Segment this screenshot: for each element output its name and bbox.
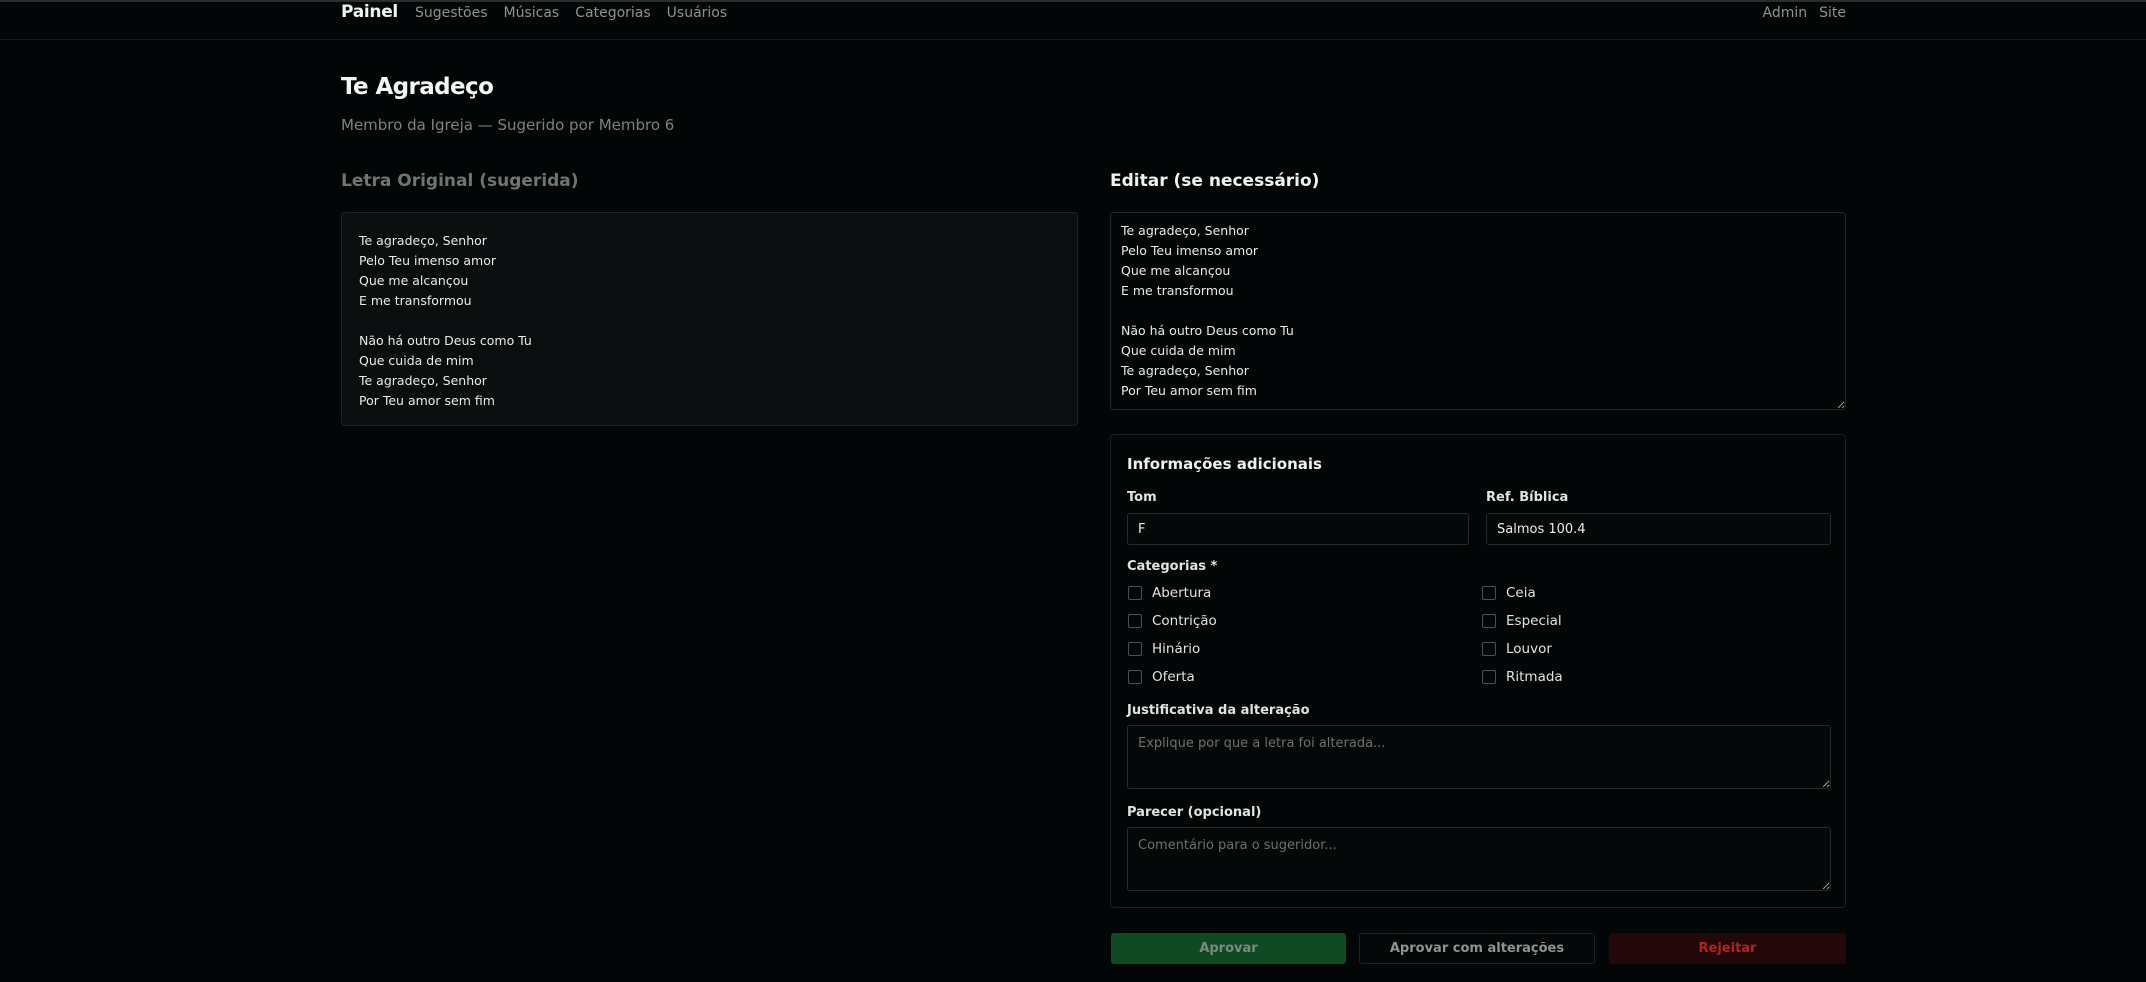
category-option-ritmada[interactable]: Ritmada — [1482, 669, 1563, 685]
lyrics-line: Que me alcançou — [359, 273, 469, 288]
category-label: Ritmada — [1506, 669, 1563, 685]
opinion-label: Parecer (opcional) — [1127, 805, 1262, 820]
category-label: Oferta — [1152, 669, 1195, 685]
tom-input[interactable] — [1127, 513, 1469, 545]
checkbox[interactable] — [1482, 642, 1496, 656]
category-option-ceia[interactable]: Ceia — [1482, 585, 1536, 601]
checkbox[interactable] — [1128, 614, 1142, 628]
nav-link-sugestoes[interactable]: Sugestões — [415, 5, 488, 21]
checkbox[interactable] — [1128, 642, 1142, 656]
category-option-hinario[interactable]: Hinário — [1128, 641, 1200, 657]
justification-textarea[interactable] — [1127, 725, 1831, 789]
nav-link-categorias[interactable]: Categorias — [575, 5, 650, 21]
checkbox[interactable] — [1128, 586, 1142, 600]
category-label: Abertura — [1152, 585, 1212, 601]
category-label: Hinário — [1152, 641, 1201, 657]
checkbox[interactable] — [1482, 586, 1496, 600]
top-navbar: Painel Sugestões Músicas Categorias Usuá… — [0, 2, 2146, 40]
original-lyrics-box: Te agradeço, Senhor Pelo Teu imenso amor… — [341, 212, 1078, 426]
checkbox[interactable] — [1482, 670, 1496, 684]
page-subtitle: Membro da Igreja — Sugerido por Membro 6 — [341, 116, 675, 134]
nav-link-admin[interactable]: Admin — [1762, 5, 1807, 21]
additional-info-panel: Informações adicionais Tom Ref. Bíblica … — [1110, 434, 1846, 908]
original-lyrics-heading: Letra Original (sugerida) — [341, 171, 579, 191]
category-option-oferta[interactable]: Oferta — [1128, 669, 1195, 685]
edit-lyrics-textarea[interactable]: Te agradeço, Senhor Pelo Teu imenso amor… — [1110, 212, 1846, 410]
nav-right-links: Admin Site — [1762, 5, 1846, 21]
category-option-louvor[interactable]: Louvor — [1482, 641, 1552, 657]
lyrics-line: Te agradeço, Senhor — [359, 233, 487, 248]
checkbox[interactable] — [1128, 670, 1142, 684]
checkbox[interactable] — [1482, 614, 1496, 628]
category-label: Contrição — [1152, 613, 1217, 629]
brand-logo-text[interactable]: Painel — [341, 2, 398, 22]
lyrics-line — [359, 311, 1060, 331]
categories-label: Categorias * — [1127, 559, 1218, 574]
category-label: Especial — [1506, 613, 1562, 629]
nav-link-usuarios[interactable]: Usuários — [667, 5, 728, 21]
page-title: Te Agradeço — [341, 74, 494, 100]
approve-with-changes-button[interactable]: Aprovar com alterações — [1359, 933, 1595, 964]
tom-label: Tom — [1127, 490, 1157, 505]
nav-link-musicas[interactable]: Músicas — [504, 5, 560, 21]
main-nav: Sugestões Músicas Categorias Usuários — [415, 5, 727, 21]
category-label: Louvor — [1506, 641, 1552, 657]
edit-lyrics-heading: Editar (se necessário) — [1110, 171, 1320, 191]
category-option-abertura[interactable]: Abertura — [1128, 585, 1211, 601]
nav-link-site[interactable]: Site — [1819, 5, 1846, 21]
category-option-especial[interactable]: Especial — [1482, 613, 1562, 629]
reject-button[interactable]: Rejeitar — [1609, 933, 1846, 964]
lyrics-line: Não há outro Deus como Tu — [359, 333, 532, 348]
category-option-contricao[interactable]: Contrição — [1128, 613, 1217, 629]
lyrics-line: Te agradeço, Senhor — [359, 373, 487, 388]
category-label: Ceia — [1506, 585, 1536, 601]
additional-info-title: Informações adicionais — [1127, 455, 1322, 473]
opinion-textarea[interactable] — [1127, 827, 1831, 891]
approve-button[interactable]: Aprovar — [1111, 933, 1346, 964]
lyrics-line: Que cuida de mim — [359, 353, 474, 368]
ref-biblica-label: Ref. Bíblica — [1486, 490, 1569, 505]
ref-biblica-input[interactable] — [1486, 513, 1831, 545]
lyrics-line: E me transformou — [359, 293, 472, 308]
justification-label: Justificativa da alteração — [1127, 703, 1310, 718]
lyrics-line: Pelo Teu imenso amor — [359, 253, 496, 268]
lyrics-line: Por Teu amor sem fim — [359, 393, 495, 408]
